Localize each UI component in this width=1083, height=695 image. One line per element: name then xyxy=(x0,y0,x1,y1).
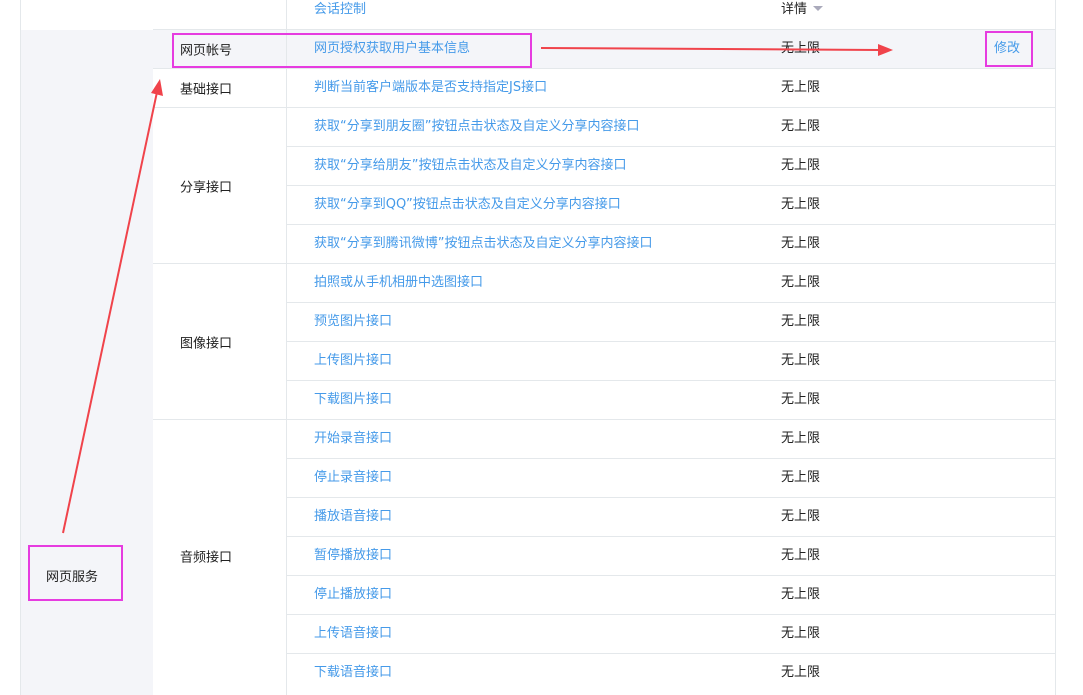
group-cell-share: 分享接口 xyxy=(153,108,287,264)
session-control-link[interactable]: 会话控制 xyxy=(314,0,366,20)
table-row: 停止播放接口 无上限 xyxy=(287,576,1056,615)
detail-sort-header[interactable]: 详情 xyxy=(781,0,824,20)
row-name-link[interactable]: 拍照或从手机相册中选图接口 xyxy=(314,264,483,302)
table-row: 下载语音接口 无上限 xyxy=(287,654,1056,693)
row-limit: 无上限 xyxy=(781,587,821,602)
table-row: 获取“分享到腾讯微博”按钮点击状态及自定义分享内容接口 无上限 xyxy=(287,225,1056,264)
row-name-link[interactable]: 获取“分享到腾讯微博”按钮点击状态及自定义分享内容接口 xyxy=(314,225,652,263)
table-row: 获取“分享到朋友圈”按钮点击状态及自定义分享内容接口 无上限 xyxy=(287,108,1056,147)
table-row: 下载图片接口 无上限 xyxy=(287,381,1056,420)
table-row: 预览图片接口 无上限 xyxy=(287,303,1056,342)
row-limit: 无上限 xyxy=(781,80,821,95)
row-limit: 无上限 xyxy=(781,275,821,290)
row-name-link[interactable]: 停止录音接口 xyxy=(314,459,392,497)
highlight-box-category xyxy=(28,545,123,601)
prev-category-cell xyxy=(20,0,155,31)
group-label-share: 分享接口 xyxy=(180,180,233,195)
row-name-link[interactable]: 下载图片接口 xyxy=(314,381,392,419)
table-row: 开始录音接口 无上限 xyxy=(287,420,1056,459)
row-name-link[interactable]: 暂停播放接口 xyxy=(314,537,392,575)
table-row: 停止录音接口 无上限 xyxy=(287,459,1056,498)
row-name-link[interactable]: 预览图片接口 xyxy=(314,303,392,341)
group-label-image: 图像接口 xyxy=(180,336,233,351)
table-row: 暂停播放接口 无上限 xyxy=(287,537,1056,576)
table-row: 上传语音接口 无上限 xyxy=(287,615,1056,654)
chevron-down-icon xyxy=(813,6,824,11)
row-limit: 无上限 xyxy=(781,626,821,641)
row-limit: 无上限 xyxy=(781,236,821,251)
row-limit: 无上限 xyxy=(781,392,821,407)
group-cell-image: 图像接口 xyxy=(153,264,287,420)
row-limit: 无上限 xyxy=(781,119,821,134)
row-name-link[interactable]: 获取“分享到QQ”按钮点击状态及自定义分享内容接口 xyxy=(314,186,621,224)
row-limit: 无上限 xyxy=(781,665,821,680)
row-name-link[interactable]: 上传图片接口 xyxy=(314,342,392,380)
table-right-border xyxy=(1055,0,1056,695)
row-limit: 无上限 xyxy=(781,353,821,368)
row-limit: 无上限 xyxy=(781,548,821,563)
row-limit: 无上限 xyxy=(781,470,821,485)
row-name-link[interactable]: 判断当前客户端版本是否支持指定JS接口 xyxy=(314,69,547,107)
table-row: 上传图片接口 无上限 xyxy=(287,342,1056,381)
table-row: 获取“分享给朋友”按钮点击状态及自定义分享内容接口 无上限 xyxy=(287,147,1056,186)
table-row: 判断当前客户端版本是否支持指定JS接口 无上限 xyxy=(287,69,1056,108)
group-cell-basic: 基础接口 xyxy=(153,69,287,108)
group-label-basic: 基础接口 xyxy=(180,82,233,98)
row-name-link[interactable]: 开始录音接口 xyxy=(314,420,392,458)
row-limit: 无上限 xyxy=(781,41,821,56)
row-name-link[interactable]: 停止播放接口 xyxy=(314,576,392,614)
group-cell-audio: 音频接口 xyxy=(153,420,287,695)
group-label-audio: 音频接口 xyxy=(180,550,233,566)
session-control-row: 会话控制 详情 xyxy=(287,0,1056,30)
row-limit: 无上限 xyxy=(781,197,821,212)
table-row: 播放语音接口 无上限 xyxy=(287,498,1056,537)
highlight-box-modify xyxy=(985,31,1033,67)
table-row: 拍照或从手机相册中选图接口 无上限 xyxy=(287,264,1056,303)
row-name-link[interactable]: 获取“分享到朋友圈”按钮点击状态及自定义分享内容接口 xyxy=(314,108,639,146)
detail-label: 详情 xyxy=(781,2,808,17)
table-row: 获取“分享到QQ”按钮点击状态及自定义分享内容接口 无上限 xyxy=(287,186,1056,225)
highlight-box-web-account xyxy=(172,33,532,68)
prev-group-cell xyxy=(153,0,287,30)
row-name-link[interactable]: 上传语音接口 xyxy=(314,615,392,653)
row-name-link[interactable]: 获取“分享给朋友”按钮点击状态及自定义分享内容接口 xyxy=(314,147,626,185)
row-name-link[interactable]: 下载语音接口 xyxy=(314,654,392,692)
row-name-link[interactable]: 播放语音接口 xyxy=(314,498,392,536)
row-limit: 无上限 xyxy=(781,509,821,524)
row-limit: 无上限 xyxy=(781,314,821,329)
row-limit: 无上限 xyxy=(781,431,821,446)
row-limit: 无上限 xyxy=(781,158,821,173)
